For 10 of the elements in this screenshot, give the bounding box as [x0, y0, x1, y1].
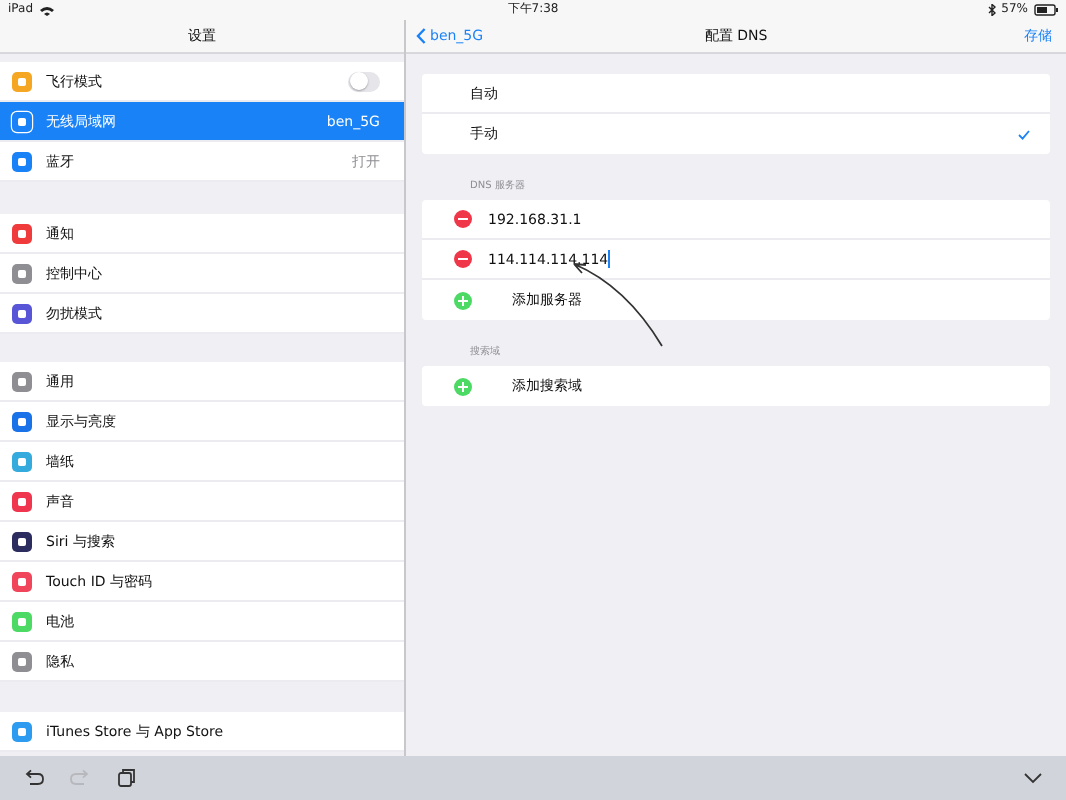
- wifi-icon: [39, 5, 54, 15]
- remove-icon[interactable]: [454, 250, 472, 268]
- clipboard-icon[interactable]: [116, 768, 136, 788]
- chevron-down-icon[interactable]: [1024, 772, 1042, 784]
- bluetooth-icon: [987, 4, 996, 16]
- battery-icon: [1034, 4, 1058, 16]
- toggle-switch[interactable]: [348, 71, 380, 91]
- remove-icon[interactable]: [454, 210, 472, 228]
- back-chevron-icon: [416, 28, 426, 44]
- undo-icon[interactable]: [24, 768, 44, 788]
